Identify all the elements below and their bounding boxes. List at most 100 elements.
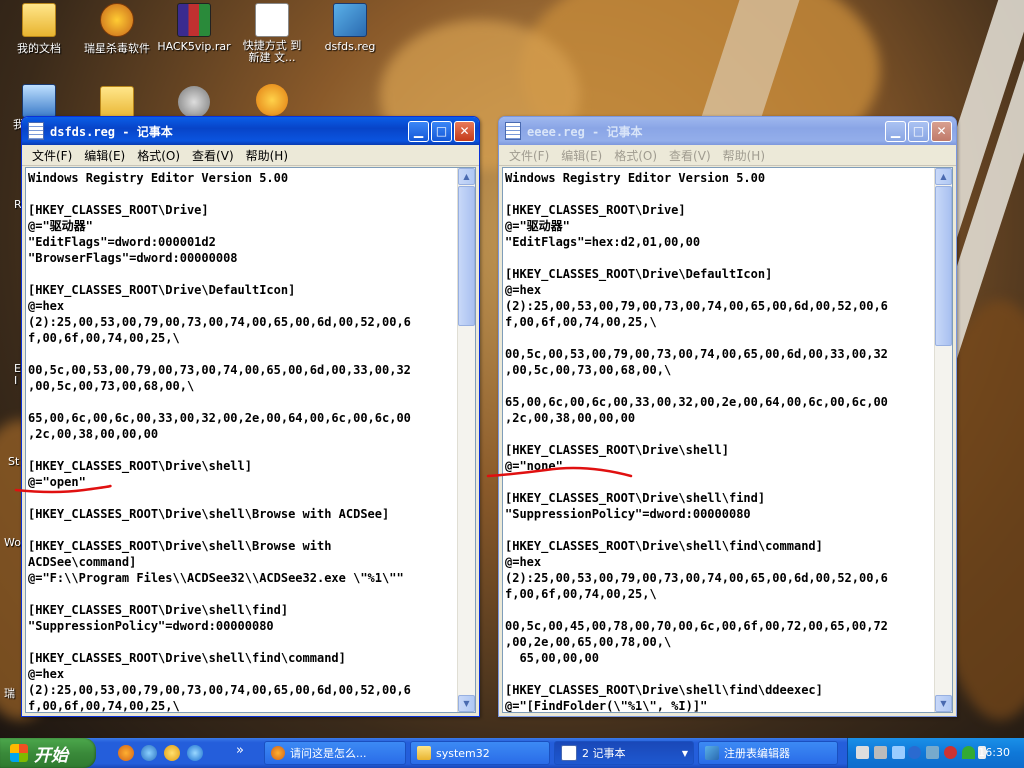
system-tray: 16:30 bbox=[847, 738, 1024, 768]
notepad-icon bbox=[561, 745, 577, 761]
desktop-partial-label: 瑞 bbox=[4, 687, 15, 700]
start-label: 开始 bbox=[34, 745, 68, 766]
disk-icon bbox=[178, 86, 210, 118]
desktop-icon-label: 快捷方式 到 新建 文... bbox=[242, 39, 302, 64]
taskbar-button-notepad-group[interactable]: 2 记事本 ▼ bbox=[554, 741, 694, 765]
desktop-icon-label: HACK5vip.rar bbox=[157, 40, 231, 53]
menu-edit[interactable]: 编辑(E) bbox=[555, 147, 608, 164]
menu-help[interactable]: 帮助(H) bbox=[717, 147, 771, 164]
menu-bar: 文件(F) 编辑(E) 格式(O) 查看(V) 帮助(H) bbox=[499, 145, 956, 166]
notepad-icon bbox=[505, 122, 521, 140]
taskbar-button-label: 注册表编辑器 bbox=[724, 747, 790, 760]
taskbar: 开始 » 请问这是怎么... system32 2 记事本 ▼ 注册表编辑器 1… bbox=[0, 738, 1024, 768]
menu-view[interactable]: 查看(V) bbox=[186, 147, 240, 164]
folder-icon bbox=[22, 3, 56, 37]
notepad-window-eeee[interactable]: eeee.reg - 记事本 ▁ □ ✕ 文件(F) 编辑(E) 格式(O) 查… bbox=[498, 116, 957, 717]
vertical-scrollbar[interactable]: ▲ ▼ bbox=[457, 168, 475, 712]
title-bar[interactable]: dsfds.reg - 记事本 ▁ □ ✕ bbox=[22, 117, 479, 145]
maximize-button[interactable]: □ bbox=[431, 120, 452, 142]
maximize-icon: □ bbox=[912, 124, 925, 138]
antivirus-icon bbox=[100, 3, 134, 37]
firefox-icon[interactable] bbox=[118, 745, 134, 761]
taskbar-button-browser[interactable]: 请问这是怎么... bbox=[264, 741, 406, 765]
menu-edit[interactable]: 编辑(E) bbox=[78, 147, 131, 164]
folder-icon bbox=[100, 86, 134, 120]
close-icon: ✕ bbox=[936, 124, 947, 138]
minimize-button[interactable]: ▁ bbox=[408, 120, 429, 142]
menu-view[interactable]: 查看(V) bbox=[663, 147, 717, 164]
start-button[interactable]: 开始 bbox=[0, 738, 96, 768]
app-shortcut-icon bbox=[256, 84, 288, 116]
scroll-thumb[interactable] bbox=[935, 186, 952, 346]
more-chevron-icon[interactable]: » bbox=[236, 743, 244, 758]
desktop-icon-label: 瑞星杀毒软件 bbox=[84, 42, 150, 55]
desktop-icon-dsfds-reg[interactable]: dsfds.reg bbox=[311, 3, 389, 53]
notepad-icon bbox=[28, 122, 44, 140]
taskbar-button-regedit[interactable]: 注册表编辑器 bbox=[698, 741, 838, 765]
regedit-icon bbox=[705, 746, 719, 760]
minimize-button[interactable]: ▁ bbox=[885, 120, 906, 142]
internet-explorer-icon[interactable] bbox=[187, 745, 203, 761]
menu-help[interactable]: 帮助(H) bbox=[240, 147, 294, 164]
taskbar-button-system32[interactable]: system32 bbox=[410, 741, 550, 765]
text-editor-area[interactable]: Windows Registry Editor Version 5.00 [HK… bbox=[502, 167, 953, 713]
desktop-icon-label: 我的文档 bbox=[17, 42, 61, 55]
firefox-icon bbox=[271, 746, 285, 760]
registry-file-icon bbox=[333, 3, 367, 37]
maximize-button[interactable]: □ bbox=[908, 120, 929, 142]
scroll-up-icon[interactable]: ▲ bbox=[935, 168, 952, 185]
menu-format[interactable]: 格式(O) bbox=[608, 147, 663, 164]
notepad-window-dsfds[interactable]: dsfds.reg - 记事本 ▁ □ ✕ 文件(F) 编辑(E) 格式(O) … bbox=[21, 116, 480, 717]
desktop-partial-label: St bbox=[8, 455, 20, 468]
scroll-thumb[interactable] bbox=[458, 186, 475, 326]
close-icon: ✕ bbox=[459, 124, 470, 138]
desktop-icon-label: dsfds.reg bbox=[324, 40, 376, 53]
taskbar-button-label: 2 记事本 bbox=[582, 747, 626, 760]
vertical-scrollbar[interactable]: ▲ ▼ bbox=[934, 168, 952, 712]
antivirus-tray-icon[interactable] bbox=[944, 746, 957, 759]
minimize-icon: ▁ bbox=[413, 124, 424, 138]
minimize-icon: ▁ bbox=[890, 124, 901, 138]
desktop-partial-label: I bbox=[14, 374, 18, 387]
tray-expand-icon[interactable] bbox=[908, 746, 921, 759]
taskbar-button-label: system32 bbox=[436, 746, 490, 760]
menu-file[interactable]: 文件(F) bbox=[503, 147, 555, 164]
window-title: eeee.reg - 记事本 bbox=[527, 124, 643, 139]
scroll-down-icon[interactable]: ▼ bbox=[458, 695, 475, 712]
editor-text[interactable]: Windows Registry Editor Version 5.00 [HK… bbox=[505, 170, 934, 712]
rar-archive-icon bbox=[177, 3, 211, 37]
computer-icon bbox=[22, 84, 56, 118]
red-underline-annotation-left bbox=[14, 484, 112, 494]
menu-bar: 文件(F) 编辑(E) 格式(O) 查看(V) 帮助(H) bbox=[22, 145, 479, 166]
network-icon[interactable] bbox=[892, 746, 905, 759]
shortcut-document-icon bbox=[255, 3, 289, 37]
desktop-partial-label: Wo bbox=[4, 536, 21, 549]
display-icon[interactable] bbox=[926, 746, 939, 759]
printer-icon[interactable] bbox=[874, 746, 887, 759]
desktop-icon-app-shortcut[interactable] bbox=[233, 84, 311, 119]
umbrella-icon[interactable] bbox=[962, 746, 975, 759]
close-button[interactable]: ✕ bbox=[931, 120, 952, 142]
close-button[interactable]: ✕ bbox=[454, 120, 475, 142]
editor-text[interactable]: Windows Registry Editor Version 5.00 [HK… bbox=[28, 170, 457, 712]
browser-icon[interactable] bbox=[141, 745, 157, 761]
dropdown-arrow-icon: ▼ bbox=[681, 748, 688, 758]
title-bar[interactable]: eeee.reg - 记事本 ▁ □ ✕ bbox=[499, 117, 956, 145]
keyboard-icon[interactable] bbox=[856, 746, 869, 759]
clock[interactable]: 16:30 bbox=[978, 746, 1010, 759]
menu-file[interactable]: 文件(F) bbox=[26, 147, 78, 164]
windows-logo-icon bbox=[10, 744, 28, 762]
taskbar-button-label: 请问这是怎么... bbox=[290, 747, 367, 760]
menu-format[interactable]: 格式(O) bbox=[131, 147, 186, 164]
window-title: dsfds.reg - 记事本 bbox=[50, 124, 173, 139]
desktop-icon-rising-antivirus[interactable]: 瑞星杀毒软件 bbox=[78, 3, 156, 56]
text-editor-area[interactable]: Windows Registry Editor Version 5.00 [HK… bbox=[25, 167, 476, 713]
desktop-icon-shortcut[interactable]: 快捷方式 到 新建 文... bbox=[233, 3, 311, 64]
scroll-up-icon[interactable]: ▲ bbox=[458, 168, 475, 185]
desktop-icon-my-documents[interactable]: 我的文档 bbox=[0, 3, 78, 56]
maximize-icon: □ bbox=[435, 124, 448, 138]
media-player-icon[interactable] bbox=[164, 745, 180, 761]
scroll-down-icon[interactable]: ▼ bbox=[935, 695, 952, 712]
folder-icon bbox=[417, 746, 431, 760]
desktop-icon-rar-archive[interactable]: HACK5vip.rar bbox=[155, 3, 233, 53]
